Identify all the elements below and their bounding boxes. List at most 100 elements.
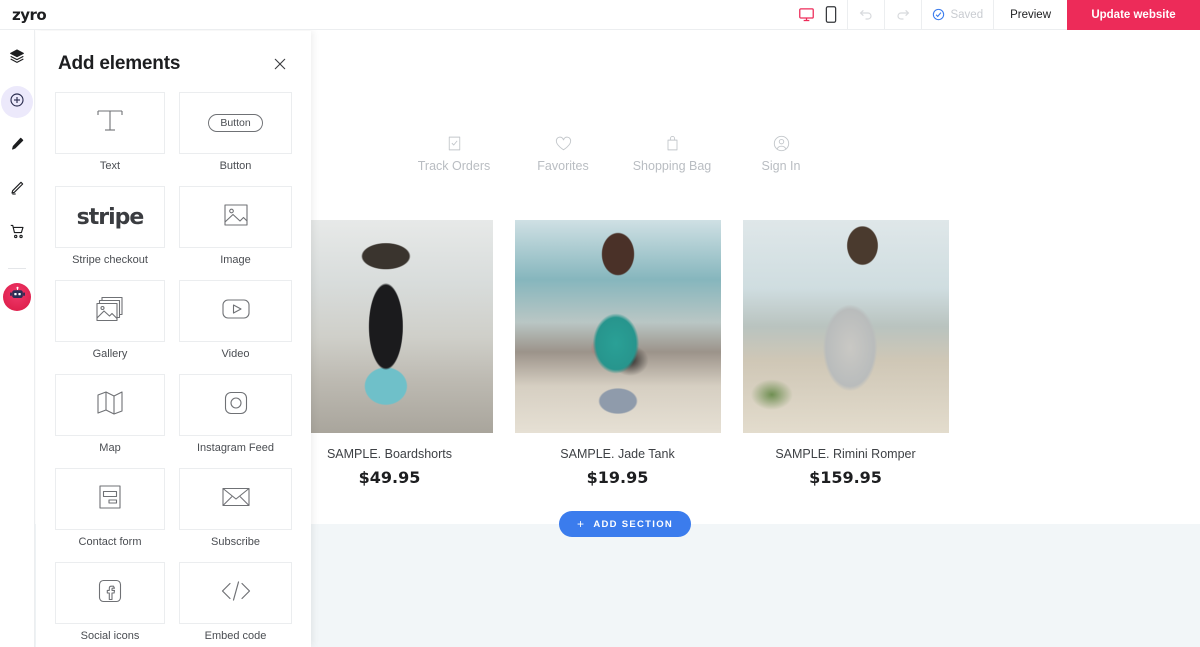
plus-icon: + (577, 517, 586, 531)
sidebar-item-edit[interactable] (1, 174, 33, 206)
product-image (742, 220, 949, 433)
element-label: Video (221, 348, 250, 360)
nav-label: Favorites (537, 159, 589, 173)
nav-item-track-orders[interactable]: Track Orders (400, 130, 509, 173)
shopping-bag-icon (665, 130, 680, 152)
sidebar-item-brush[interactable] (1, 130, 33, 162)
element-tile-stripe-checkout[interactable]: stripe Stripe checkout (55, 186, 165, 266)
element-tile-box[interactable] (55, 374, 165, 436)
shopping-cart-icon (9, 223, 26, 245)
stripe-wordmark-icon: stripe (76, 204, 145, 230)
facebook-icon (96, 577, 124, 610)
element-tile-button[interactable]: Button Button (179, 92, 292, 172)
element-label: Embed code (204, 630, 267, 642)
element-tile-text[interactable]: Text (55, 92, 165, 172)
product-image (286, 220, 493, 433)
sidebar-item-add-element[interactable] (1, 86, 33, 118)
toolbar-actions: Saved Preview Update website (788, 0, 1200, 30)
element-label: Gallery (92, 348, 128, 360)
code-brackets-icon (219, 579, 253, 608)
close-icon[interactable] (271, 55, 289, 73)
panel-header: Add elements (36, 31, 311, 75)
element-tile-box[interactable] (179, 468, 292, 530)
add-elements-panel: Add elements Text Button Button stripe S… (36, 31, 311, 647)
element-tile-box[interactable] (179, 280, 292, 342)
nav-label: Track Orders (417, 159, 491, 173)
preview-button[interactable]: Preview (994, 0, 1067, 30)
save-status: Saved (922, 0, 993, 30)
element-tile-gallery[interactable]: Gallery (55, 280, 165, 360)
panel-title: Add elements (58, 53, 181, 74)
video-play-icon (220, 296, 252, 327)
element-grid: Text Button Button stripe Stripe checkou… (36, 92, 311, 647)
heart-icon (555, 130, 572, 152)
nav-item-shopping-bag[interactable]: Shopping Bag (618, 130, 727, 173)
nav-label: Shopping Bag (632, 159, 712, 173)
nav-label: Sign In (761, 159, 801, 173)
desktop-monitor-icon[interactable] (798, 6, 815, 23)
ai-assistant-button[interactable] (3, 283, 31, 311)
element-tile-box[interactable] (179, 374, 292, 436)
undo-button[interactable] (848, 0, 884, 30)
product-name: SAMPLE. Boardshorts (326, 447, 453, 461)
element-tile-box[interactable]: Button (179, 92, 292, 154)
envelope-icon (220, 485, 252, 514)
element-tile-contact-form[interactable]: Contact form (55, 468, 165, 548)
element-tile-box[interactable] (55, 92, 165, 154)
add-element-icon (9, 92, 25, 113)
robot-assistant-icon (9, 286, 26, 308)
top-toolbar: zyro Saved Preview Update website (0, 0, 1200, 30)
element-tile-box[interactable] (55, 562, 165, 624)
check-circle-icon (932, 8, 945, 21)
layers-icon (9, 48, 25, 69)
rail-divider (8, 268, 26, 269)
image-icon (221, 200, 251, 235)
product-card[interactable]: SAMPLE. Rimini Romper $159.95 (742, 220, 949, 487)
product-name: SAMPLE. Jade Tank (560, 447, 675, 461)
element-label: Social icons (80, 630, 140, 642)
product-card[interactable]: SAMPLE. Jade Tank $19.95 (514, 220, 721, 487)
element-tile-image[interactable]: Image (179, 186, 292, 266)
brush-icon (9, 136, 25, 157)
add-section-button[interactable]: + ADD SECTION (559, 511, 692, 537)
product-card[interactable]: SAMPLE. Boardshorts $49.95 (286, 220, 493, 487)
product-image (514, 220, 721, 433)
mobile-phone-icon[interactable] (825, 6, 837, 23)
update-website-button[interactable]: Update website (1067, 0, 1200, 30)
element-tile-box[interactable] (179, 186, 292, 248)
nav-item-sign-in[interactable]: Sign In (727, 130, 836, 173)
pencil-icon (9, 180, 25, 201)
gallery-stack-icon (94, 294, 126, 329)
element-tile-box[interactable]: stripe (55, 186, 165, 248)
element-tile-video[interactable]: Video (179, 280, 292, 360)
sidebar-item-store[interactable] (1, 218, 33, 250)
product-price: $49.95 (358, 468, 421, 487)
nav-item-favorites[interactable]: Favorites (509, 130, 618, 173)
sidebar-item-layers[interactable] (1, 42, 33, 74)
product-price: $19.95 (586, 468, 649, 487)
map-folded-icon (94, 388, 126, 423)
saved-label: Saved (950, 8, 984, 21)
element-tile-box[interactable] (55, 468, 165, 530)
redo-button[interactable] (885, 0, 921, 30)
element-tile-box[interactable] (179, 562, 292, 624)
button-pill-icon: Button (208, 114, 263, 132)
zyro-logo[interactable]: zyro (12, 6, 47, 24)
add-section-label: ADD SECTION (593, 518, 674, 530)
text-t-icon (93, 105, 127, 142)
element-label: Contact form (78, 536, 142, 548)
element-tile-subscribe[interactable]: Subscribe (179, 468, 292, 548)
user-circle-icon (773, 130, 790, 152)
element-tile-map[interactable]: Map (55, 374, 165, 454)
element-label: Instagram Feed (196, 442, 275, 454)
element-tile-box[interactable] (55, 280, 165, 342)
element-tile-instagram-feed[interactable]: Instagram Feed (179, 374, 292, 454)
element-tile-embed-code[interactable]: Embed code (179, 562, 292, 642)
element-tile-social-icons[interactable]: Social icons (55, 562, 165, 642)
instagram-camera-icon (222, 389, 250, 422)
element-label: Stripe checkout (72, 254, 148, 266)
element-label: Text (99, 160, 121, 172)
clipboard-check-icon (447, 130, 462, 152)
product-price: $159.95 (809, 468, 882, 487)
left-icon-rail (0, 30, 35, 647)
